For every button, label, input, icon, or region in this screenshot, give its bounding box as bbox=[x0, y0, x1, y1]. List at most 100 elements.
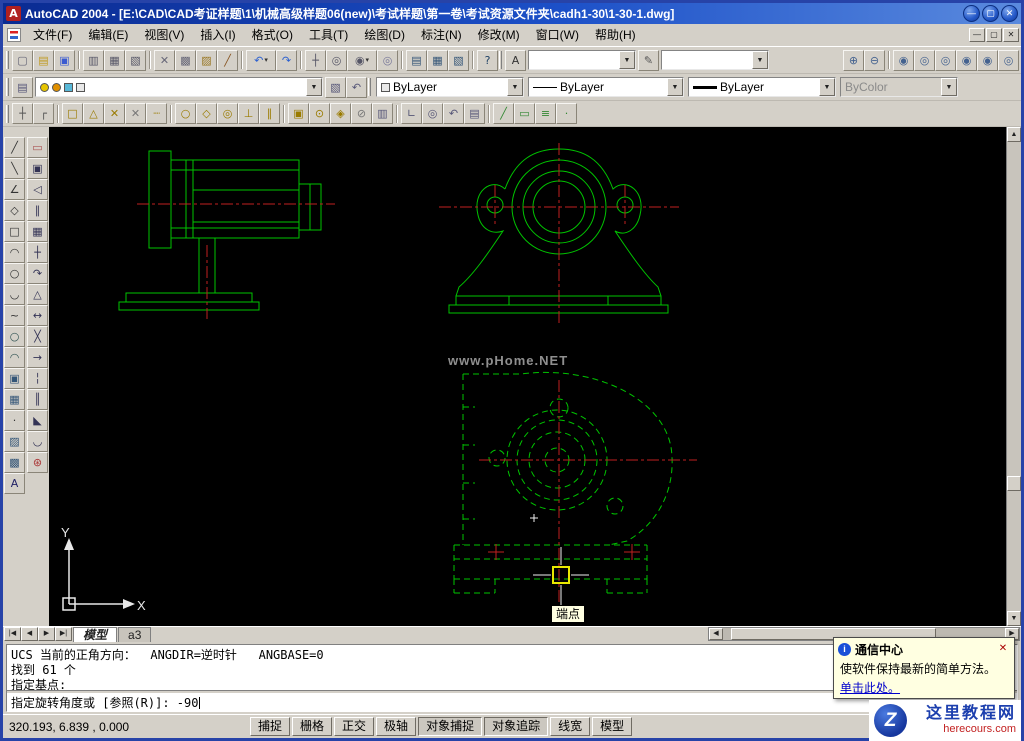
brand-url[interactable]: herecours.com bbox=[943, 723, 1016, 736]
snap-center-button[interactable]: ○ bbox=[175, 103, 196, 124]
zoom-dynamic-button[interactable]: ◎ bbox=[914, 50, 935, 71]
scroll-up-button[interactable]: ▲ bbox=[1007, 127, 1021, 142]
toolbar-grip[interactable] bbox=[368, 78, 371, 96]
ellipse-arc-button[interactable]: ◠ bbox=[4, 347, 25, 368]
ucs-tool-button[interactable]: ∟ bbox=[401, 103, 422, 124]
close-button[interactable]: ✕ bbox=[1001, 5, 1018, 22]
publish-button[interactable]: ▧ bbox=[125, 50, 146, 71]
snap-tangent-button[interactable]: ◎ bbox=[217, 103, 238, 124]
break-at-point-button[interactable]: ╎ bbox=[27, 368, 48, 389]
offset-button[interactable]: ∥ bbox=[27, 200, 48, 221]
hatch-button[interactable]: ▨ bbox=[4, 431, 25, 452]
revision-cloud-button[interactable]: ◡ bbox=[4, 284, 25, 305]
stretch-button[interactable]: ↔ bbox=[27, 305, 48, 326]
style-combo[interactable]: ▼ bbox=[661, 50, 769, 70]
layer-properties-manager-button[interactable]: ▤ bbox=[12, 77, 33, 98]
toolbar-grip[interactable] bbox=[6, 105, 9, 123]
make-block-button[interactable]: ▦ bbox=[4, 389, 25, 410]
distance-button[interactable]: ╱ bbox=[493, 103, 514, 124]
mirror-button[interactable]: ◁ bbox=[27, 179, 48, 200]
fillet-button[interactable]: ◡ bbox=[27, 431, 48, 452]
lineweight-combo[interactable]: ByLayer ▼ bbox=[688, 77, 836, 97]
toggle-otrack[interactable]: 对象追踪 bbox=[484, 717, 548, 736]
snap-extension-button[interactable]: ┈ bbox=[146, 103, 167, 124]
tab-a3[interactable]: a3 bbox=[118, 627, 151, 642]
style-dropdown-arrow[interactable]: ▼ bbox=[752, 51, 768, 69]
point-button[interactable]: · bbox=[4, 410, 25, 431]
layer-combo[interactable]: ▼ bbox=[35, 77, 323, 97]
layer-dropdown-arrow[interactable]: ▼ bbox=[306, 78, 322, 96]
toolbar-grip[interactable] bbox=[6, 51, 9, 69]
designcenter-button[interactable]: ▦ bbox=[427, 50, 448, 71]
toggle-polar[interactable]: 极轴 bbox=[376, 717, 416, 736]
last-tab-button[interactable]: ▶| bbox=[55, 627, 72, 641]
plot-button[interactable]: ▥ bbox=[83, 50, 104, 71]
zoom-window-2-button[interactable]: ◉ bbox=[893, 50, 914, 71]
array-button[interactable]: ▦ bbox=[27, 221, 48, 242]
snap-midpoint-button[interactable]: △ bbox=[83, 103, 104, 124]
drawing-canvas[interactable]: X Y www.pHome.NET 端点 bbox=[49, 127, 1006, 626]
toggle-model-space[interactable]: 模型 bbox=[592, 717, 632, 736]
menu-draw[interactable]: 绘图(D) bbox=[356, 25, 413, 45]
menu-help[interactable]: 帮助(H) bbox=[587, 25, 644, 45]
extend-button[interactable]: → bbox=[27, 347, 48, 368]
break-button[interactable]: ║ bbox=[27, 389, 48, 410]
color-combo[interactable]: ByLayer ▼ bbox=[376, 77, 524, 97]
vertical-scroll-thumb[interactable] bbox=[1007, 476, 1021, 491]
ucs-previous-button[interactable]: ↶ bbox=[443, 103, 464, 124]
text-style-button[interactable]: A bbox=[505, 50, 526, 71]
linetype-combo[interactable]: ByLayer ▼ bbox=[528, 77, 684, 97]
minimize-button[interactable]: — bbox=[963, 5, 980, 22]
tool-palettes-button[interactable]: ▧ bbox=[448, 50, 469, 71]
toolbar-grip[interactable] bbox=[499, 51, 502, 69]
scroll-down-button[interactable]: ▼ bbox=[1007, 611, 1021, 626]
help-button[interactable]: ? bbox=[477, 50, 498, 71]
menu-view[interactable]: 视图(V) bbox=[136, 25, 192, 45]
menu-window[interactable]: 窗口(W) bbox=[528, 25, 587, 45]
zoom-realtime-button[interactable]: ◎ bbox=[326, 50, 347, 71]
snap-parallel-button[interactable]: ∥ bbox=[259, 103, 280, 124]
open-button[interactable]: ▤ bbox=[33, 50, 54, 71]
line-button[interactable]: ╱ bbox=[4, 137, 25, 158]
ellipse-button[interactable]: ○ bbox=[4, 326, 25, 347]
cut-button[interactable]: ✕ bbox=[154, 50, 175, 71]
popup-link[interactable]: 单击此处。 bbox=[840, 679, 900, 696]
move-button[interactable]: ┼ bbox=[27, 242, 48, 263]
trim-button[interactable]: ╳ bbox=[27, 326, 48, 347]
toggle-lwt[interactable]: 线宽 bbox=[550, 717, 590, 736]
zoom-previous-button[interactable]: ◎ bbox=[377, 50, 398, 71]
zoom-out-button[interactable]: ⊖ bbox=[864, 50, 885, 71]
snap-quadrant-button[interactable]: ◇ bbox=[196, 103, 217, 124]
arc-button[interactable]: ◠ bbox=[4, 242, 25, 263]
match-properties-button[interactable]: ╱ bbox=[217, 50, 238, 71]
snap-insert-button[interactable]: ▣ bbox=[288, 103, 309, 124]
construction-line-button[interactable]: ╲ bbox=[4, 158, 25, 179]
doc-restore-button[interactable]: ▢ bbox=[986, 28, 1002, 42]
spline-button[interactable]: ~ bbox=[4, 305, 25, 326]
toggle-ortho[interactable]: 正交 bbox=[334, 717, 374, 736]
temporary-track-point-button[interactable]: ┼ bbox=[12, 103, 33, 124]
redo-button[interactable]: ↷ bbox=[276, 50, 297, 71]
locate-point-button[interactable]: · bbox=[556, 103, 577, 124]
snap-apparent-intersection-button[interactable]: ✕ bbox=[125, 103, 146, 124]
next-tab-button[interactable]: ▶ bbox=[38, 627, 55, 641]
toolbar-grip[interactable] bbox=[6, 78, 9, 96]
color-dropdown-arrow[interactable]: ▼ bbox=[507, 78, 523, 96]
chamfer-button[interactable]: ◣ bbox=[27, 410, 48, 431]
snap-none-button[interactable]: ⊘ bbox=[351, 103, 372, 124]
named-view-dropdown-arrow[interactable]: ▼ bbox=[619, 51, 635, 69]
lineweight-dropdown-arrow[interactable]: ▼ bbox=[819, 78, 835, 96]
tab-model[interactable]: 模型 bbox=[73, 627, 117, 642]
menu-dimension[interactable]: 标注(N) bbox=[413, 25, 470, 45]
first-tab-button[interactable]: |◀ bbox=[4, 627, 21, 641]
snap-from-button[interactable]: ┌ bbox=[33, 103, 54, 124]
scroll-left-button[interactable]: ◀ bbox=[709, 628, 723, 640]
popup-close-button[interactable]: ✕ bbox=[996, 643, 1010, 657]
zoom-all-button[interactable]: ◉ bbox=[977, 50, 998, 71]
toggle-osnap[interactable]: 对象捕捉 bbox=[418, 717, 482, 736]
sketch-button[interactable]: ✎ bbox=[638, 50, 659, 71]
explode-button[interactable]: ⊛ bbox=[27, 452, 48, 473]
coordinate-readout[interactable]: 320.193, 6.839 , 0.000 bbox=[9, 720, 249, 734]
scale-button[interactable]: △ bbox=[27, 284, 48, 305]
menu-file[interactable]: 文件(F) bbox=[25, 25, 80, 45]
